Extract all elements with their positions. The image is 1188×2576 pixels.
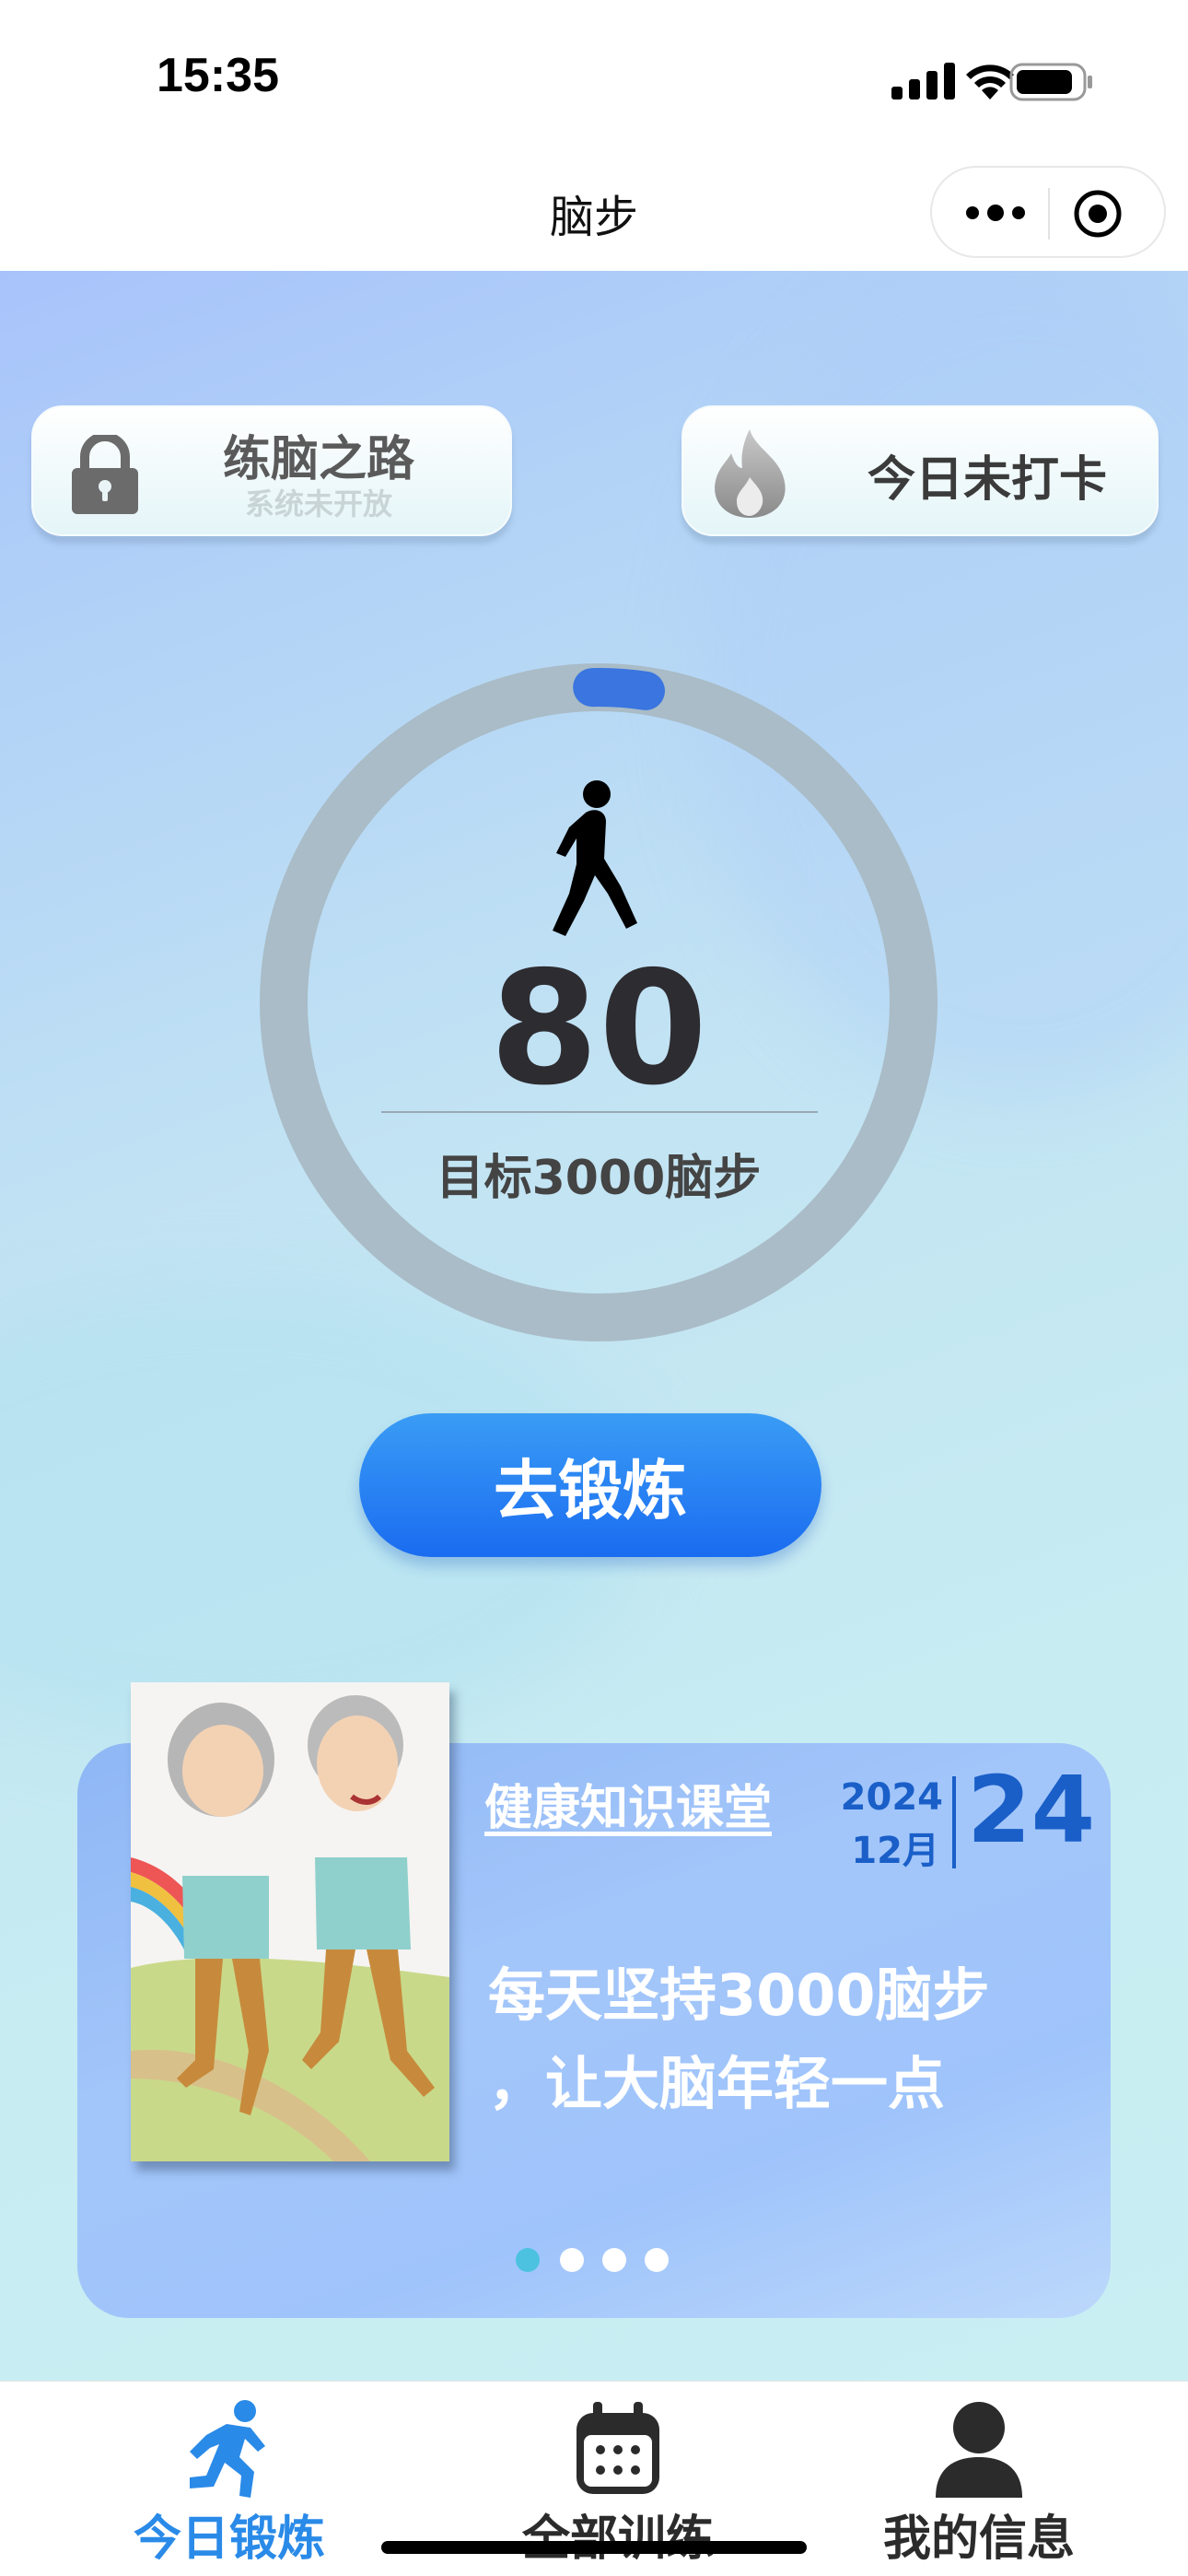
go-exercise-button[interactable]: 去锻炼	[359, 1413, 821, 1557]
pager-dot[interactable]	[516, 2248, 540, 2272]
home-indicator	[381, 2541, 807, 2554]
status-icons	[818, 59, 1094, 101]
mini-program-capsule	[930, 166, 1166, 258]
date-day: 24	[967, 1756, 1096, 1864]
tab-label: 我的信息	[882, 2512, 1075, 2567]
checkin-title: 今日未打卡	[867, 452, 1107, 508]
pager-dot[interactable]	[645, 2248, 669, 2272]
nav-bar: 脑步	[0, 157, 1188, 271]
battery-icon	[1009, 63, 1092, 101]
pager-dot[interactable]	[602, 2248, 626, 2272]
more-icon[interactable]	[963, 199, 1028, 227]
status-time: 15:35	[157, 49, 279, 102]
brain-path-subtitle: 系统未开放	[244, 486, 392, 521]
brain-path-card[interactable]: 练脑之路 系统未开放	[31, 405, 512, 536]
calendar-icon	[577, 2402, 659, 2494]
tab-label: 今日锻炼	[133, 2512, 325, 2567]
goal-text: 目标3000脑步	[436, 1151, 762, 1206]
date-year: 2024	[840, 1776, 943, 1819]
tab-today-exercise[interactable]: 今日锻炼	[77, 2382, 381, 2576]
knowledge-line-1: 每天坚持3000脑步	[488, 1961, 990, 2029]
tab-label: 全部训练	[521, 2512, 714, 2567]
signal-icon	[891, 63, 955, 100]
knowledge-text: 每天坚持3000脑步 ，让大脑年轻一点	[488, 1951, 1077, 2128]
knowledge-illustration	[131, 1682, 449, 2161]
running-icon	[190, 2400, 265, 2498]
step-count: 80	[489, 938, 708, 1120]
step-progress-ring: 80 目标3000脑步	[258, 662, 939, 1343]
elderly-couple-illustration	[131, 1682, 449, 2161]
checkin-card[interactable]: 今日未打卡	[681, 405, 1159, 536]
capsule-divider	[1048, 188, 1050, 240]
ring-divider	[381, 1111, 818, 1113]
tab-my-info[interactable]: 我的信息	[827, 2382, 1131, 2576]
ring-progress	[573, 668, 665, 710]
fire-icon	[715, 429, 786, 518]
knowledge-line-2: ，让大脑年轻一点	[488, 2050, 946, 2117]
pager-dot[interactable]	[560, 2248, 584, 2272]
user-icon	[936, 2402, 1022, 2498]
status-bar: 15:35	[0, 0, 1188, 157]
knowledge-title[interactable]: 健康知识课堂	[484, 1769, 772, 1838]
date-divider	[952, 1776, 956, 1868]
date-month: 12月	[851, 1830, 939, 1872]
carousel-pager	[516, 2248, 672, 2272]
walker-icon	[553, 780, 637, 936]
close-icon[interactable]	[1072, 188, 1124, 240]
brain-path-title: 练脑之路	[222, 432, 414, 487]
